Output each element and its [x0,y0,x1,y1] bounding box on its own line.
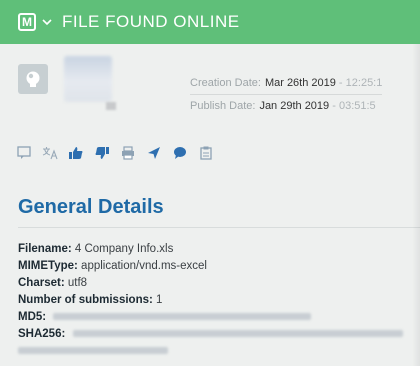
charset-label: Charset: [18,277,65,289]
thumbnail-caption [106,102,116,110]
mimetype-value: application/vnd.ms-excel [81,260,207,272]
action-toolbar [16,145,214,161]
submissions-label: Number of submissions: [18,294,153,306]
panel-edge-shadow [412,44,420,366]
publish-date-row: Publish Date: Jan 29th 2019 - 03:51:5 [190,100,376,112]
detail-row-filename: Filename: 4 Company Info.xls [18,241,403,258]
md5-redacted-value [53,313,312,321]
creation-date-value: Mar 26th 2019 [264,77,336,89]
filename-value: 4 Company Info.xls [74,243,174,255]
chat-icon[interactable] [172,145,188,161]
section-divider [18,227,420,228]
charset-value: utf8 [67,277,88,289]
file-found-banner: M FILE FOUND ONLINE [0,0,420,44]
creation-time-value: 12:25:1 [345,77,383,89]
print-icon[interactable] [120,145,136,161]
md5-label: MD5: [18,311,47,323]
sha256-redacted-continued [18,347,168,355]
file-thumbnail [64,56,112,102]
chevron-down-icon[interactable] [42,16,54,28]
section-title: General Details [18,196,164,218]
publish-date-value: Jan 29th 2019 [259,100,330,112]
detail-row-mimetype: MIMEType: application/vnd.ms-excel [18,258,403,275]
sha256-redacted-value [72,330,403,338]
comment-add-icon[interactable] [16,145,32,161]
banner-title: FILE FOUND ONLINE [62,12,240,31]
detail-row-charset: Charset: utf8 [18,275,403,292]
detail-row-sha256-cont [18,343,403,360]
creation-date-row: Creation Date: Mar 26th 2019 - 12:25:1 [190,72,383,95]
detail-row-sha256: SHA256: [18,326,403,343]
translate-icon[interactable] [42,145,58,161]
detail-row-md5: MD5: [18,309,403,326]
detail-row-submissions: Number of submissions: 1 [18,292,403,309]
clipboard-icon[interactable] [198,145,214,161]
sha256-label: SHA256: [18,328,66,340]
thumbs-down-icon[interactable] [94,145,110,161]
file-dates: Creation Date: Mar 26th 2019 - 12:25:1 Pu… [190,72,383,117]
file-type-icon [18,64,48,94]
publish-date-label: Publish Date: [190,100,256,112]
file-info-row: Creation Date: Mar 26th 2019 - 12:25:1 Pu… [0,44,420,126]
m-badge[interactable]: M [18,13,36,31]
thumbs-up-icon[interactable] [68,145,84,161]
mimetype-label: MIMEType: [18,260,78,272]
creation-date-label: Creation Date: [190,77,261,89]
publish-time-value: 03:51:5 [338,100,376,112]
general-details-list: Filename: 4 Company Info.xls MIMEType: a… [18,241,403,360]
submissions-value: 1 [156,294,163,306]
send-icon[interactable] [146,145,162,161]
filename-label: Filename: [18,243,72,255]
